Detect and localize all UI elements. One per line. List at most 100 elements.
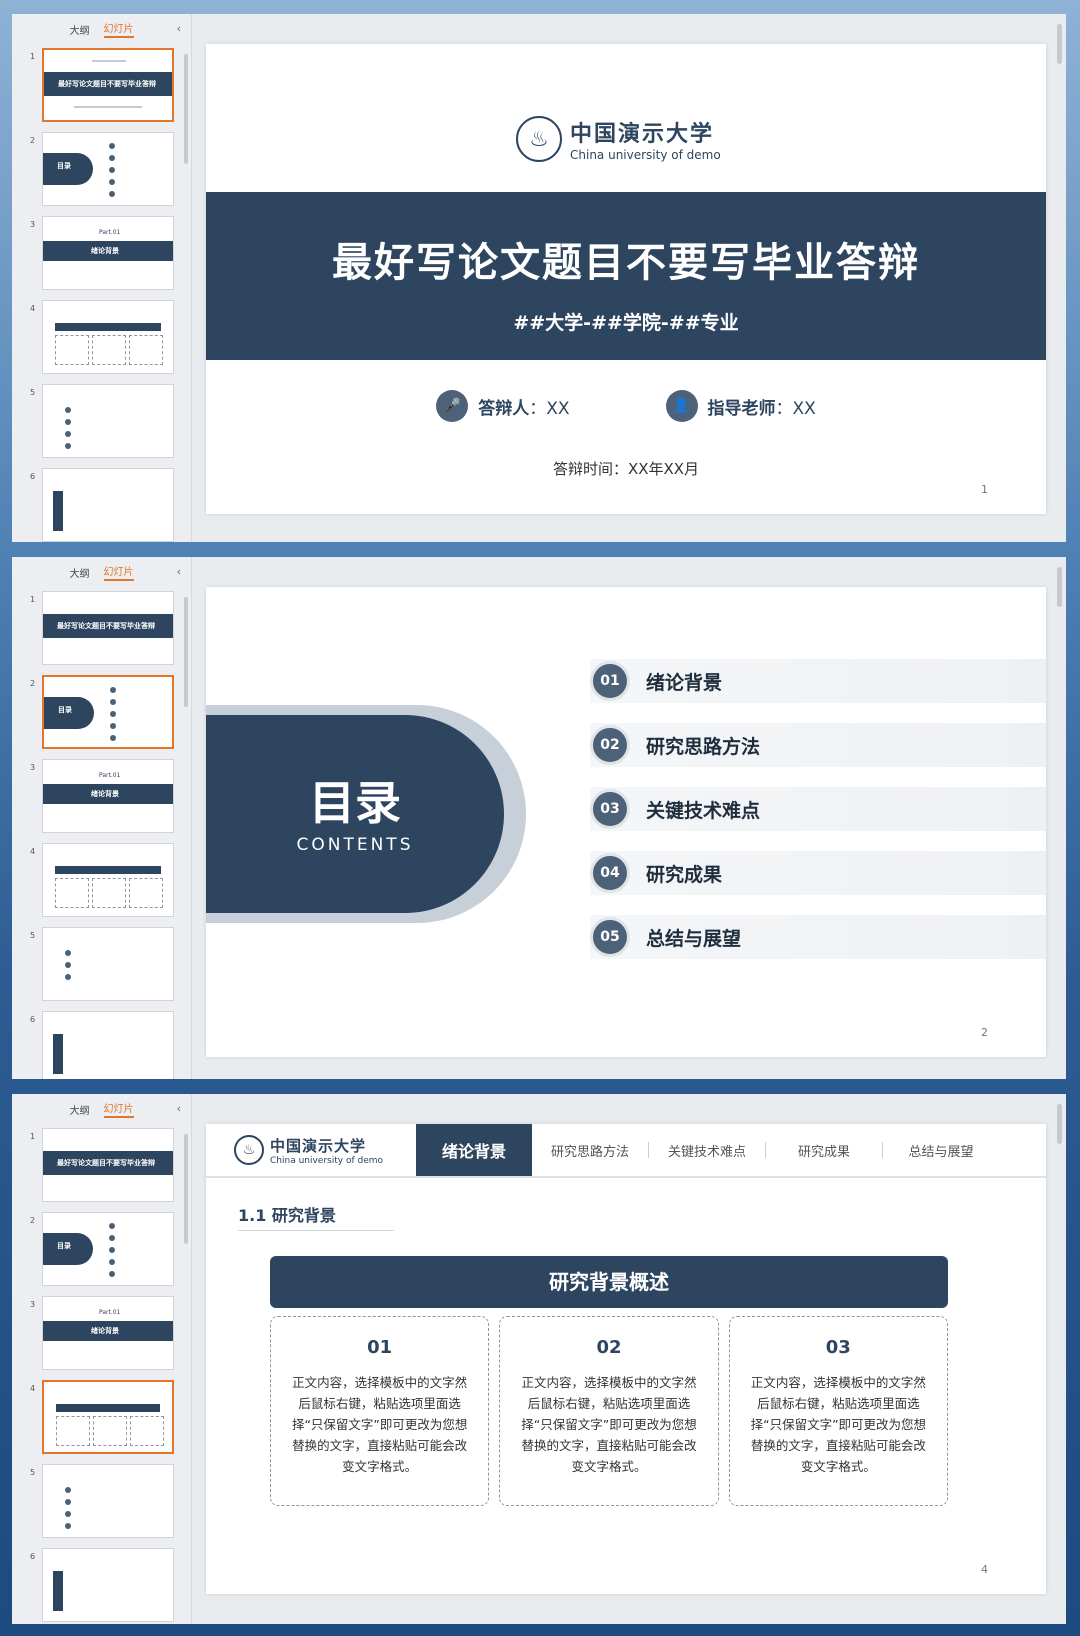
- tab-slides[interactable]: 幻灯片: [103, 20, 134, 38]
- thumb-card: [55, 878, 89, 908]
- toc-subtitle[interactable]: CONTENTS: [206, 835, 504, 855]
- thumb-card: [129, 335, 163, 365]
- toc-item[interactable]: 01 绪论背景: [590, 659, 1046, 703]
- thumbnail-row[interactable]: 1 最好写论文题目不要写毕业答辩: [12, 48, 192, 124]
- editor-window-1: 大纲 幻灯片 ‹ 1 最好写论文题目不要写毕业答辩 2 目录 3 Part.01…: [12, 14, 1066, 542]
- nav-logo: ♨ 中国演示大学 China university of demo: [206, 1124, 416, 1176]
- thumbnail-row[interactable]: 2 目录: [12, 675, 192, 751]
- nav-tab-method[interactable]: 研究思路方法: [532, 1124, 648, 1176]
- thumbnail-row[interactable]: 4: [12, 300, 192, 376]
- thumb-title: 最好写论文题目不要写毕业答辩: [57, 1159, 155, 1167]
- thumb-title: 绪论背景: [91, 1327, 119, 1335]
- thumb-number: 5: [30, 388, 36, 397]
- thumb-number: 1: [30, 1132, 36, 1141]
- thumbnail-slide-5[interactable]: [42, 384, 174, 458]
- thumb-band: [53, 1034, 63, 1074]
- content-card[interactable]: 03 正文内容，选择模板中的文字然后鼠标右键，粘贴选项里面选择“只保留文字”即可…: [728, 1316, 948, 1506]
- thumbnail-row[interactable]: 1 最好写论文题目不要写毕业答辩: [12, 591, 192, 667]
- defender-text[interactable]: 答辩人：XX: [478, 394, 569, 419]
- thumbnail-slide-6[interactable]: [42, 468, 174, 542]
- section-title[interactable]: 1.1 研究背景: [238, 1202, 394, 1231]
- tab-slides[interactable]: 幻灯片: [103, 1100, 134, 1118]
- nav-tab-summary[interactable]: 总结与展望: [883, 1124, 999, 1176]
- nav-tab-difficulty[interactable]: 关键技术难点: [649, 1124, 765, 1176]
- content-card[interactable]: 01 正文内容，选择模板中的文字然后鼠标右键，粘贴选项里面选择“只保留文字”即可…: [270, 1316, 490, 1506]
- slide-canvas-2[interactable]: 目录 CONTENTS 01 绪论背景 02 研究思路方法 03 关键技术难点 …: [206, 587, 1046, 1057]
- thumbnail-slide-4[interactable]: [42, 300, 174, 374]
- tab-outline[interactable]: 大纲: [70, 1102, 90, 1117]
- slide-scrollbar[interactable]: [1057, 1104, 1062, 1144]
- overview-banner[interactable]: 研究背景概述: [270, 1256, 948, 1308]
- editor-window-2: 大纲 幻灯片 ‹ 1 最好写论文题目不要写毕业答辩 2 目录 3 Part.01…: [12, 557, 1066, 1079]
- slide-canvas-1[interactable]: ♨ 中国演示大学 China university of demo 最好写论文题…: [206, 44, 1046, 514]
- thumbnail-row[interactable]: 3 Part.01 绪论背景: [12, 759, 192, 835]
- thumb-line: [92, 60, 126, 62]
- thumbnail-slide-2[interactable]: 目录: [42, 675, 174, 749]
- collapse-panel-icon[interactable]: ‹: [177, 22, 181, 35]
- thumb-dot: [65, 1511, 71, 1517]
- thumb-dot: [110, 723, 116, 729]
- collapse-panel-icon[interactable]: ‹: [177, 1102, 181, 1115]
- advisor-text[interactable]: 指导老师：XX: [708, 394, 816, 419]
- advisor: 👤 指导老师：XX: [665, 390, 816, 422]
- content-card[interactable]: 02 正文内容，选择模板中的文字然后鼠标右键，粘贴选项里面选择“只保留文字”即可…: [499, 1316, 719, 1506]
- thumb-dot: [65, 950, 71, 956]
- thumbnail-row[interactable]: 2 目录: [12, 1212, 192, 1288]
- toc-item[interactable]: 03 关键技术难点: [590, 787, 1046, 831]
- tab-outline[interactable]: 大纲: [70, 565, 90, 580]
- defense-time[interactable]: 答辩时间：XX年XX月: [206, 458, 1046, 479]
- slide-panel: 大纲 幻灯片 ‹ 1 最好写论文题目不要写毕业答辩 2 目录 3 Part.01…: [12, 14, 192, 542]
- toc-label: 研究成果: [646, 863, 723, 886]
- toc-title[interactable]: 目录: [206, 767, 504, 833]
- thumbnail-slide-6[interactable]: [42, 1011, 174, 1079]
- slide-scrollbar[interactable]: [1057, 24, 1062, 64]
- slide-subtitle[interactable]: ##大学-##学院-##专业: [206, 308, 1046, 335]
- thumbnail-row[interactable]: 4: [12, 843, 192, 919]
- toc-item[interactable]: 05 总结与展望: [590, 915, 1046, 959]
- thumbnail-slide-1[interactable]: 最好写论文题目不要写毕业答辩: [42, 1128, 174, 1202]
- collapse-panel-icon[interactable]: ‹: [177, 565, 181, 578]
- thumb-band: [53, 491, 63, 531]
- thumbnail-row[interactable]: 1 最好写论文题目不要写毕业答辩: [12, 1128, 192, 1204]
- thumbnail-row[interactable]: 6: [12, 1548, 192, 1624]
- thumb-dot: [109, 1259, 115, 1265]
- thumbnail-row[interactable]: 5: [12, 1464, 192, 1540]
- thumbnail-row[interactable]: 5: [12, 927, 192, 1003]
- slide-canvas-4[interactable]: ♨ 中国演示大学 China university of demo 绪论背景 研…: [206, 1124, 1046, 1594]
- thumbnail-slide-3[interactable]: Part.01 绪论背景: [42, 759, 174, 833]
- thumb-number: 3: [30, 763, 36, 772]
- nav-tab-background[interactable]: 绪论背景: [416, 1124, 532, 1176]
- thumbnail-slide-3[interactable]: Part.01 绪论背景: [42, 1296, 174, 1370]
- card-number: 02: [596, 1337, 622, 1358]
- toc-item[interactable]: 02 研究思路方法: [590, 723, 1046, 767]
- thumbnail-slide-5[interactable]: [42, 927, 174, 1001]
- thumbnail-slide-2[interactable]: 目录: [42, 132, 174, 206]
- thumbnail-slide-6[interactable]: [42, 1548, 174, 1622]
- slide-title[interactable]: 最好写论文题目不要写毕业答辩: [206, 230, 1046, 288]
- thumbnail-slide-1[interactable]: 最好写论文题目不要写毕业答辩: [42, 591, 174, 665]
- thumbnail-row[interactable]: 6: [12, 468, 192, 542]
- tab-outline[interactable]: 大纲: [70, 22, 90, 37]
- thumbnail-slide-3[interactable]: Part.01 绪论背景: [42, 216, 174, 290]
- toc-label: 绪论背景: [646, 671, 723, 694]
- thumbnail-row[interactable]: 3 Part.01 绪论背景: [12, 216, 192, 292]
- thumb-dot: [65, 407, 71, 413]
- thumbnail-slide-5[interactable]: [42, 1464, 174, 1538]
- toc-item[interactable]: 04 研究成果: [590, 851, 1046, 895]
- thumbnail-row[interactable]: 5: [12, 384, 192, 460]
- thumbnail-row[interactable]: 2 目录: [12, 132, 192, 208]
- slide-scrollbar[interactable]: [1057, 567, 1062, 607]
- thumb-dot: [110, 735, 116, 741]
- thumbnail-slide-2[interactable]: 目录: [42, 1212, 174, 1286]
- tab-slides[interactable]: 幻灯片: [103, 563, 134, 581]
- thumb-title: 目录: [58, 706, 72, 714]
- thumbnail-row[interactable]: 4: [12, 1380, 192, 1456]
- thumbnail-slide-4[interactable]: [42, 1380, 174, 1454]
- thumbnail-row[interactable]: 3 Part.01 绪论背景: [12, 1296, 192, 1372]
- thumb-dot: [109, 155, 115, 161]
- thumb-title: 绪论背景: [91, 790, 119, 798]
- thumbnail-slide-1[interactable]: 最好写论文题目不要写毕业答辩: [42, 48, 174, 122]
- nav-tab-results[interactable]: 研究成果: [766, 1124, 882, 1176]
- thumbnail-row[interactable]: 6: [12, 1011, 192, 1079]
- thumbnail-slide-4[interactable]: [42, 843, 174, 917]
